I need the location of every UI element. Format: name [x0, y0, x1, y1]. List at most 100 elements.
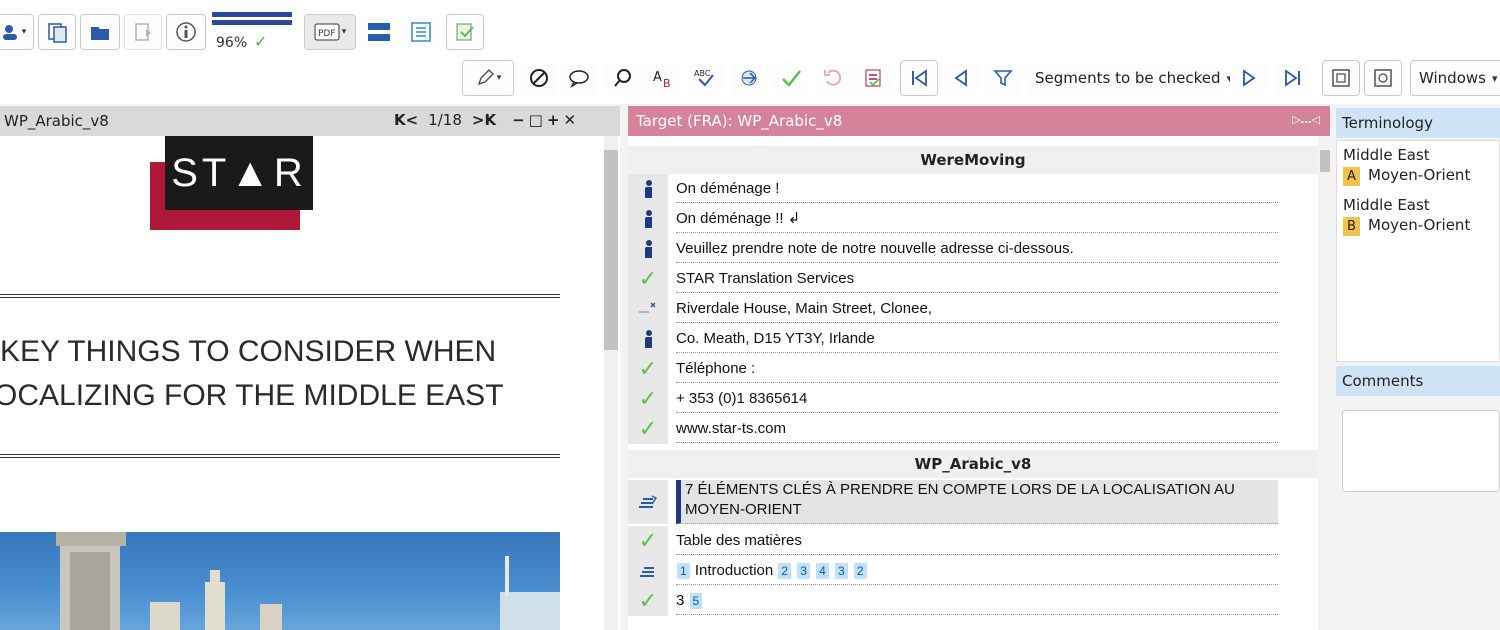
person-status-cell	[628, 324, 668, 354]
markup-tag[interactable]: 5	[689, 593, 703, 610]
segment-text[interactable]: Veuillez prendre note de notre nouvelle …	[676, 234, 1278, 263]
term-entry[interactable]: Middle East A Moyen-Orient	[1343, 145, 1470, 186]
target-scrollbar[interactable]	[1318, 136, 1330, 630]
comments-header[interactable]: Comments	[1336, 366, 1500, 396]
edit-status-icon	[628, 480, 668, 524]
fullscreen-button[interactable]	[1322, 60, 1360, 96]
segment-text[interactable]: Table des matières	[676, 526, 1278, 555]
spellcheck-button[interactable]: ABC	[686, 60, 724, 96]
autotranslate-button[interactable]	[730, 60, 768, 96]
first-segment-button[interactable]	[900, 60, 938, 96]
horizontal-layout-button[interactable]	[360, 14, 398, 50]
segment-row[interactable]: Veuillez prendre note de notre nouvelle …	[628, 234, 1318, 264]
segment-text[interactable]: On déménage !	[676, 174, 1278, 203]
zoom-in-icon[interactable]: +	[547, 111, 560, 129]
windows-dropdown[interactable]: Windows ▾	[1410, 60, 1500, 96]
export-doc-icon	[135, 23, 151, 41]
search-button[interactable]	[604, 60, 642, 96]
source-scroll-thumb[interactable]	[604, 150, 618, 350]
markup-tag[interactable]: 1	[677, 563, 690, 580]
filter-button[interactable]	[984, 60, 1022, 96]
segment-row[interactable]: On déménage !! ↲	[628, 204, 1318, 234]
export-button[interactable]	[124, 14, 162, 50]
status-filter-icon	[865, 69, 881, 87]
user-dropdown-button[interactable]: ▾	[0, 14, 34, 50]
zoom-indicator[interactable]: 96% ✓	[212, 12, 294, 52]
page-indicator: 1/18	[428, 111, 462, 129]
terminology-header[interactable]: Terminology	[1336, 108, 1500, 138]
confirm-button[interactable]	[772, 60, 810, 96]
list-layout-button[interactable]	[402, 14, 440, 50]
project-copy-button[interactable]	[38, 14, 76, 50]
segment-text[interactable]: Téléphone :	[676, 354, 1278, 383]
review-button[interactable]	[446, 14, 484, 50]
segment-text[interactable]: + 353 (0)1 8365614	[676, 384, 1278, 413]
restore-icon	[1374, 69, 1392, 87]
segment-row[interactable]: ✓ STAR Translation Services	[628, 264, 1318, 294]
segment-row[interactable]: 7 ÉLÉMENTS CLÉS À PRENDRE EN COMPTE LORS…	[628, 480, 1318, 524]
partial-status-cell	[628, 294, 668, 324]
pen-dropdown-button[interactable]: ▾	[462, 60, 514, 96]
zoom-bars	[212, 12, 294, 25]
segment-text-with-tags[interactable]: 3 5	[676, 586, 1278, 615]
open-folder-button[interactable]	[80, 14, 120, 50]
close-icon[interactable]: ✕	[563, 111, 576, 129]
segment-row[interactable]: ✓ 3 5	[628, 586, 1318, 616]
segment-text-with-tags[interactable]: 1 Introduction 2 3 4 3 2	[676, 556, 1278, 585]
segment-row[interactable]: ✓ Table des matières	[628, 526, 1318, 556]
copy-doc-icon	[48, 23, 67, 43]
divider-line	[0, 297, 560, 298]
segment-row[interactable]: ✓ www.star-ts.com	[628, 414, 1318, 444]
restore-button[interactable]	[1364, 60, 1402, 96]
target-scroll-thumb[interactable]	[1320, 150, 1330, 172]
markup-tag[interactable]: 2	[778, 563, 792, 580]
zoom-out-icon[interactable]: −	[512, 111, 525, 129]
segment-row[interactable]: ✓ Téléphone :	[628, 354, 1318, 384]
pdf-view-dropdown[interactable]: PDF ▾	[304, 14, 356, 50]
divider-line	[0, 457, 560, 458]
segment-row[interactable]: Co. Meath, D15 YT3Y, Irlande	[628, 324, 1318, 354]
last-icon	[1285, 69, 1300, 87]
target-pane-title: Target (FRA): WP_Arabic_v8	[636, 112, 843, 130]
segment-row[interactable]: 1 Introduction 2 3 4 3 2	[628, 556, 1318, 586]
filter-status-button[interactable]	[854, 60, 892, 96]
markup-tag[interactable]: 2	[853, 563, 867, 580]
comments-box[interactable]	[1342, 410, 1500, 492]
person-status-cell	[628, 234, 668, 264]
last-segment-button[interactable]	[1274, 60, 1312, 96]
term-target: Moyen-Orient	[1368, 166, 1471, 184]
term-entry[interactable]: Middle East B Moyen-Orient	[1343, 195, 1470, 236]
comment-button[interactable]	[560, 60, 598, 96]
replace-icon: AB	[653, 70, 671, 89]
segments-filter-dropdown[interactable]: Segments to be checked▾	[1026, 60, 1232, 96]
segment-row[interactable]: Riverdale House, Main Street, Clonee,	[628, 294, 1318, 324]
block-button[interactable]	[520, 60, 558, 96]
replace-button[interactable]: AB	[644, 60, 682, 96]
window-icon[interactable]: □	[529, 111, 543, 129]
undo-button[interactable]	[814, 60, 852, 96]
segment-text[interactable]: 7 ÉLÉMENTS CLÉS À PRENDRE EN COMPTE LORS…	[676, 480, 1278, 524]
markup-tag[interactable]: 3	[835, 563, 848, 580]
spellcheck-icon: ABC	[694, 69, 714, 87]
segment-text[interactable]: Riverdale House, Main Street, Clonee,	[676, 294, 1278, 323]
person-status-cell	[628, 204, 668, 234]
source-pane-title: WP_Arabic_v8	[4, 112, 109, 130]
next-segment-button[interactable]	[1230, 60, 1268, 96]
first-page-icon[interactable]: K<	[394, 111, 418, 129]
info-button[interactable]	[166, 14, 206, 50]
segment-text[interactable]: Co. Meath, D15 YT3Y, Irlande	[676, 324, 1278, 353]
segment-text[interactable]: On déménage !! ↲	[676, 204, 1278, 233]
segment-text[interactable]: STAR Translation Services	[676, 264, 1278, 293]
search-icon	[614, 69, 631, 87]
previous-segment-button[interactable]	[942, 60, 980, 96]
markup-tag[interactable]: 3	[797, 563, 810, 580]
segments-filter-label: Segments to be checked	[1035, 69, 1221, 87]
segment-text[interactable]: www.star-ts.com	[676, 414, 1278, 443]
check-icon: ✓	[638, 386, 658, 412]
segment-row[interactable]: On déménage !	[628, 174, 1318, 204]
markup-tag[interactable]: 4	[816, 563, 829, 580]
heading-line-2: OCALIZING FOR THE MIDDLE EAST	[0, 379, 504, 412]
last-page-icon[interactable]: >K	[472, 111, 496, 129]
segment-row[interactable]: ✓ + 353 (0)1 8365614	[628, 384, 1318, 414]
pane-collapse-icon[interactable]: ▷…◁	[1292, 113, 1320, 126]
